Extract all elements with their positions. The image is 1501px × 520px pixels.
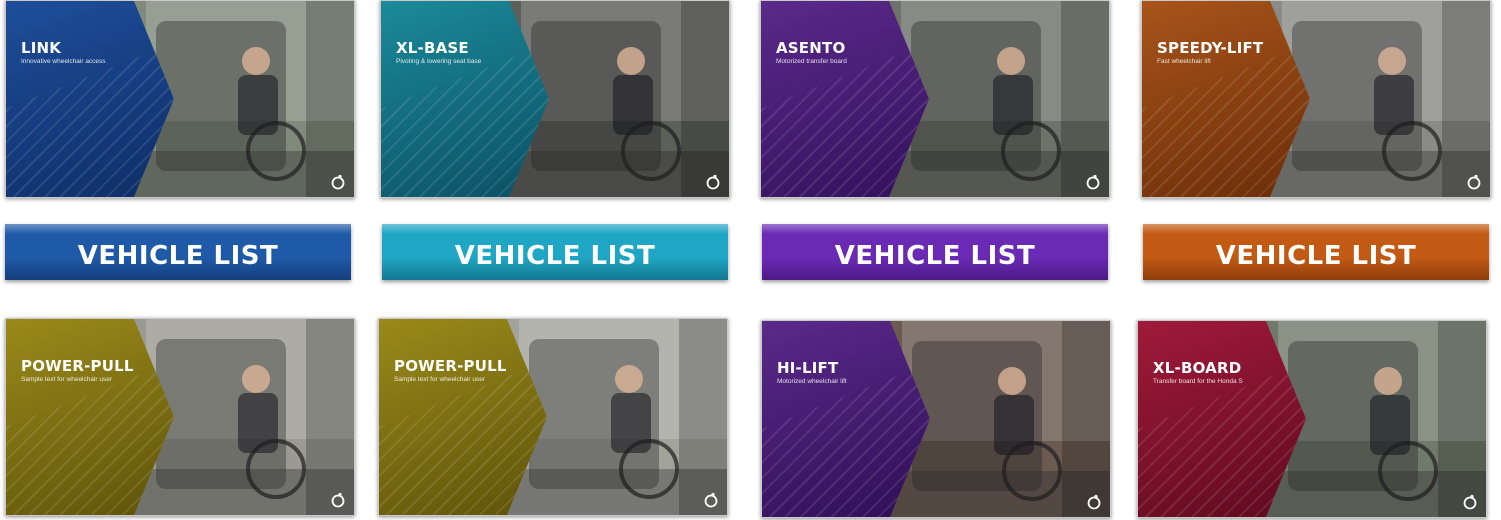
product-card-power-pull[interactable]: POWER-PULL Sample text for wheelchair us… <box>5 318 355 516</box>
product-subtitle: Transfer board for the Honda S <box>1153 378 1243 385</box>
product-title: SPEEDY-LIFT <box>1157 39 1264 57</box>
product-title: POWER-PULL <box>394 357 507 375</box>
vehicle-list-label: VEHICLE LIST <box>77 241 279 271</box>
product-card-asento[interactable]: ASENTO Motorized transfer board <box>760 0 1110 198</box>
vehicle-list-label: VEHICLE LIST <box>454 241 656 271</box>
wheelchair-logo-icon <box>330 174 346 190</box>
vehicle-list-label: VEHICLE LIST <box>834 241 1036 271</box>
product-title: XL-BASE <box>396 39 469 57</box>
wheelchair-logo-icon <box>703 492 719 508</box>
wheelchair-logo-icon <box>705 174 721 190</box>
wheelchair-logo-icon <box>1466 174 1482 190</box>
product-subtitle: Fast wheelchair lift <box>1157 58 1211 65</box>
product-title: POWER-PULL <box>21 357 134 375</box>
product-subtitle: Motorized transfer board <box>776 58 847 65</box>
vehicle-list-button-speedy-lift[interactable]: VEHICLE LIST <box>1143 224 1489 280</box>
wheelchair-logo-icon <box>1462 494 1478 510</box>
product-card-speedy-lift[interactable]: SPEEDY-LIFT Fast wheelchair lift <box>1141 0 1491 198</box>
product-card-xl-board[interactable]: XL-BOARD Transfer board for the Honda S <box>1137 320 1487 518</box>
product-title: ASENTO <box>776 39 846 57</box>
product-subtitle: Motorized wheelchair lift <box>777 378 847 385</box>
product-card-hi-lift[interactable]: HI-LIFT Motorized wheelchair lift <box>761 320 1111 518</box>
vehicle-list-button-link[interactable]: VEHICLE LIST <box>5 224 351 280</box>
vehicle-list-button-asento[interactable]: VEHICLE LIST <box>762 224 1108 280</box>
product-subtitle: Innovative wheelchair access <box>21 58 106 65</box>
wheelchair-logo-icon <box>1086 494 1102 510</box>
wheelchair-logo-icon <box>1085 174 1101 190</box>
product-title: LINK <box>21 39 62 57</box>
product-card-xl-base[interactable]: XL-BASE Pivoting & lowering seat base <box>380 0 730 198</box>
product-card-link[interactable]: LINK Innovative wheelchair access <box>5 0 355 198</box>
product-subtitle: Pivoting & lowering seat base <box>396 58 482 65</box>
product-subtitle: Sample text for wheelchair user <box>21 376 113 383</box>
wheelchair-logo-icon <box>330 492 346 508</box>
product-subtitle: Sample text for wheelchair user <box>394 376 486 383</box>
product-card-power-pull-2[interactable]: POWER-PULL Sample text for wheelchair us… <box>378 318 728 516</box>
product-title: XL-BOARD <box>1153 359 1242 377</box>
vehicle-list-button-xl-base[interactable]: VEHICLE LIST <box>382 224 728 280</box>
vehicle-list-label: VEHICLE LIST <box>1215 241 1417 271</box>
product-title: HI-LIFT <box>777 359 839 377</box>
